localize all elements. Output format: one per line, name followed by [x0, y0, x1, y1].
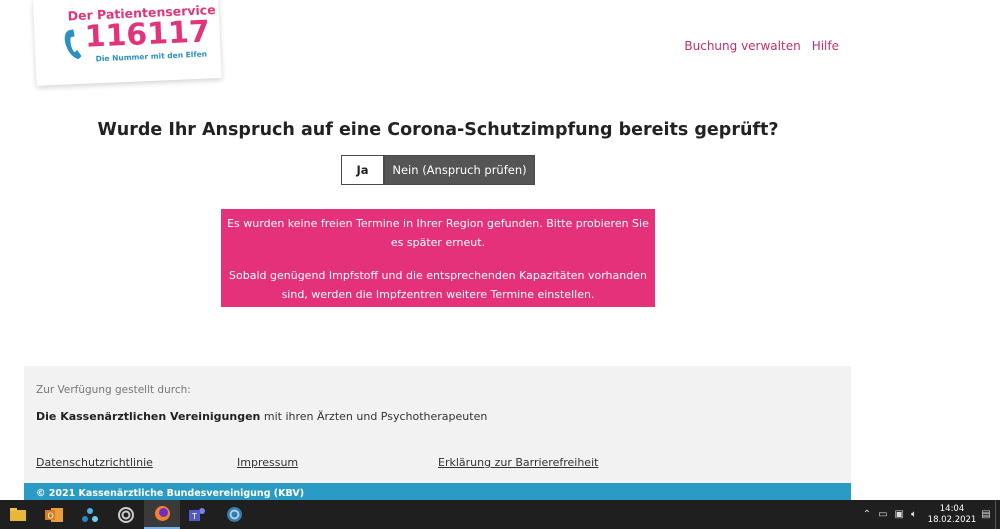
clock-time: 14:04 — [939, 503, 965, 514]
logo-116117[interactable]: Der Patientenservice 116117 Die Nummer m… — [33, 0, 222, 86]
imprint-link[interactable]: Impressum — [237, 456, 298, 469]
provided-by-label: Zur Verfügung gestellt durch: — [36, 384, 191, 396]
page: Der Patientenservice 116117 Die Nummer m… — [0, 0, 1000, 529]
privacy-policy-link[interactable]: Datenschutzrichtlinie — [36, 456, 153, 469]
provider-organization: Die Kassenärztlichen Vereinigungen mit i… — [36, 410, 487, 423]
alert-message-1: Es wurden keine freien Termine in Ihrer … — [227, 217, 649, 249]
windows-taskbar: O T ⌃ ▭ ▣ 🔈︎ 14:04 18.02.2021 ▤ — [0, 500, 1000, 529]
chevron-up-icon[interactable]: ⌃ — [863, 509, 871, 520]
network-icon[interactable]: ▣ — [895, 509, 904, 520]
no-check-eligibility-button[interactable]: Nein (Anspruch prüfen) — [384, 155, 535, 185]
eligibility-toggle: Ja Nein (Anspruch prüfen) — [341, 155, 535, 185]
header-nav: Buchung verwalten Hilfe — [684, 39, 839, 53]
eligibility-question: Wurde Ihr Anspruch auf eine Corona-Schut… — [97, 120, 779, 140]
circle-app-icon[interactable] — [216, 500, 252, 529]
notification-icon[interactable]: ▤ — [977, 509, 995, 520]
yes-button[interactable]: Ja — [341, 155, 384, 185]
battery-icon[interactable]: ▭ — [878, 509, 887, 520]
volume-icon[interactable]: 🔈︎ — [911, 509, 917, 520]
clock[interactable]: 14:04 18.02.2021 — [927, 504, 977, 526]
alert-message-2: Sobald genügend Impfstoff und die entspr… — [229, 269, 647, 301]
teams-icon[interactable]: T — [180, 500, 216, 529]
copyright-bar: © 2021 Kassenärztliche Bundesvereinigung… — [24, 483, 851, 500]
tray-icons: ⌃ ▭ ▣ 🔈︎ — [863, 509, 917, 520]
show-desktop-button[interactable] — [995, 500, 1000, 529]
logo-number: 116117 — [83, 14, 211, 55]
footer: Zur Verfügung gestellt durch: Die Kassen… — [24, 366, 851, 500]
outlook-icon[interactable]: O — [36, 500, 72, 529]
file-explorer-icon[interactable] — [0, 500, 36, 529]
network-app-icon[interactable] — [72, 500, 108, 529]
provider-name: Die Kassenärztlichen Vereinigungen — [36, 410, 261, 423]
target-app-icon[interactable] — [108, 500, 144, 529]
provider-description: mit ihren Ärzten und Psychotherapeuten — [260, 410, 488, 423]
firefox-icon[interactable] — [144, 500, 180, 529]
manage-booking-link[interactable]: Buchung verwalten — [684, 39, 800, 53]
accessibility-statement-link[interactable]: Erklärung zur Barrierefreiheit — [438, 456, 598, 469]
help-link[interactable]: Hilfe — [812, 39, 839, 53]
svg-text:O: O — [48, 511, 54, 520]
clock-date: 18.02.2021 — [927, 514, 977, 525]
no-appointments-alert: Es wurden keine freien Termine in Ihrer … — [221, 209, 655, 307]
svg-text:T: T — [191, 512, 197, 521]
system-tray: ⌃ ▭ ▣ 🔈︎ 14:04 18.02.2021 ▤ — [863, 500, 1000, 529]
